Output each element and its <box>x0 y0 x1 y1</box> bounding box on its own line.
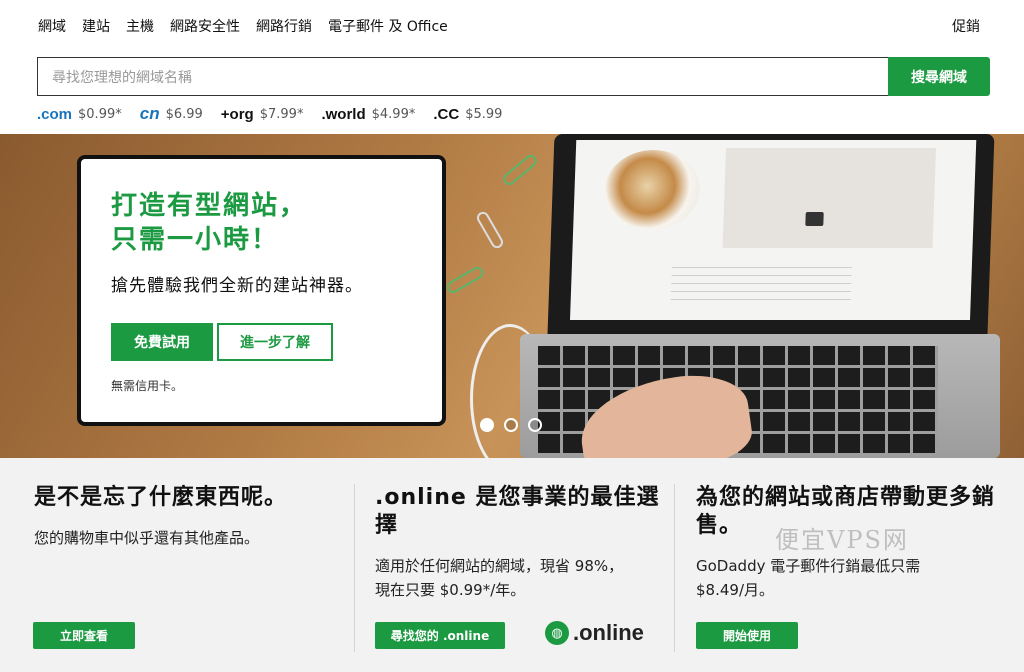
free-trial-button[interactable]: 免費試用 <box>111 323 213 361</box>
tld-name: .world <box>321 105 366 123</box>
tld-price: $7.99* <box>259 106 304 122</box>
globe-icon: ◍ <box>545 621 569 645</box>
divider <box>354 484 355 652</box>
tld-item-cn[interactable]: cn $6.99 <box>140 104 203 124</box>
watermark: 便宜VPS网 <box>775 526 909 554</box>
find-online-domain-button[interactable]: 尋找您的 .online <box>375 622 505 649</box>
nav-item-domains[interactable]: 網域 <box>38 16 66 36</box>
hero-subtitle: 搶先體驗我們全新的建站神器。 <box>111 276 363 296</box>
search-domain-button[interactable]: 搜尋網域 <box>888 57 990 96</box>
laptop-image <box>520 134 1015 458</box>
card-text: GoDaddy 電子郵件行銷最低只需 $8.49/月。 <box>696 557 921 599</box>
tld-price-list: .com $0.99* cn $6.99 +org $7.99* .world … <box>37 104 502 124</box>
carousel-dot-2[interactable] <box>504 418 518 432</box>
nav-menu: 網域 建站 主機 網路安全性 網路行銷 電子郵件 及 Office <box>38 16 448 36</box>
tld-name: .CC <box>433 105 460 123</box>
food-photo <box>603 150 701 230</box>
domain-search: 尋找您理想的網域名稱 搜尋網域 <box>37 57 990 96</box>
tld-price: $4.99* <box>371 106 416 122</box>
paperclip-decoration <box>474 209 506 251</box>
tld-item-world[interactable]: .world $4.99* <box>321 106 415 123</box>
tld-name: cn <box>139 104 160 123</box>
mug-photo <box>805 212 824 226</box>
no-credit-card-note: 無需信用卡。 <box>111 379 184 393</box>
tld-item-org[interactable]: +org $7.99* <box>221 106 304 123</box>
tld-item-com[interactable]: .com $0.99* <box>37 106 122 123</box>
card-text: 您的購物車中似乎還有其他產品。 <box>34 529 260 547</box>
tld-name: +org <box>220 105 254 123</box>
top-navigation: 網域 建站 主機 網路安全性 網路行銷 電子郵件 及 Office 促銷 <box>0 0 1024 50</box>
carousel-dot-1[interactable] <box>480 418 494 432</box>
online-logo: ◍ .online <box>545 620 644 646</box>
card-title: .online 是您事業的最佳選擇 <box>375 485 660 538</box>
hero-title: 打造有型網站， 只需一小時！ <box>111 191 308 255</box>
online-logo-text: .online <box>573 620 644 645</box>
website-preview <box>569 140 977 320</box>
preview-text-lines <box>670 260 853 300</box>
preview-photo <box>722 148 937 248</box>
learn-more-button[interactable]: 進一步了解 <box>217 323 333 361</box>
nav-item-security[interactable]: 網路安全性 <box>170 16 240 36</box>
nav-item-promotions[interactable]: 促銷 <box>952 16 980 36</box>
laptop-screen <box>547 134 995 334</box>
get-started-button[interactable]: 開始使用 <box>696 622 798 649</box>
hero-promo-card: 打造有型網站， 只需一小時！ 搶先體驗我們全新的建站神器。 免費試用 進一步了解… <box>77 155 446 426</box>
view-cart-button[interactable]: 立即查看 <box>33 622 135 649</box>
domain-search-input[interactable]: 尋找您理想的網域名稱 <box>37 57 888 96</box>
card-title: 是不是忘了什麼東西呢。 <box>34 485 288 510</box>
nav-item-marketing[interactable]: 網路行銷 <box>256 16 312 36</box>
paperclip-decoration <box>500 152 540 188</box>
carousel-dot-3[interactable] <box>528 418 542 432</box>
card-text: 適用於任何網站的網域，現省 98%，現在只要 $0.99*/年。 <box>375 557 624 599</box>
nav-item-email-office[interactable]: 電子郵件 及 Office <box>328 16 448 36</box>
tld-price: $5.99 <box>465 106 503 122</box>
divider <box>674 484 675 652</box>
carousel-indicators <box>480 418 542 432</box>
nav-item-hosting[interactable]: 主機 <box>126 16 154 36</box>
tld-price: $6.99 <box>165 106 203 122</box>
promo-cards-section: 是不是忘了什麼東西呢。 您的購物車中似乎還有其他產品。 .online 是您事業… <box>0 458 1024 672</box>
paperclip-decoration <box>444 264 486 296</box>
tld-name: .com <box>37 105 73 123</box>
tld-price: $0.99* <box>78 106 122 122</box>
tld-item-cc[interactable]: .CC $5.99 <box>433 106 502 123</box>
nav-item-website[interactable]: 建站 <box>82 16 110 36</box>
